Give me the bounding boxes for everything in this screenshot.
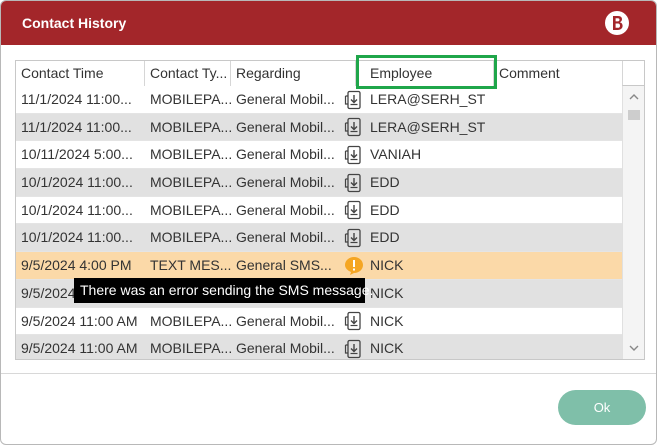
phone-download-icon [343, 311, 365, 332]
cell-contact-type: MOBILEPA... [150, 118, 231, 135]
cell-regarding: General Mobil... [236, 229, 335, 246]
table-row[interactable]: 10/11/2024 5:00... MOBILEPA... General Mob… [16, 141, 622, 170]
cell-regarding: General Mobil... [236, 118, 335, 135]
cell-contact-type: MOBILEPA... [150, 312, 231, 329]
scrollbar-thumb[interactable] [628, 110, 640, 120]
cell-contact-type: MOBILEPA... [150, 340, 231, 357]
table-row[interactable]: 11/1/2024 11:00... MOBILEPA... General Mob… [16, 113, 622, 142]
phone-download-icon [343, 89, 365, 110]
table-row[interactable]: 9/5/2024 4:00 PM TEXT MES... General SMS..… [16, 252, 622, 280]
cell-regarding: General Mobil... [236, 91, 335, 107]
cell-employee: EDD [370, 201, 400, 218]
cell-employee: EDD [370, 229, 400, 246]
warning-icon [343, 255, 365, 276]
cell-regarding: General Mobil... [236, 174, 335, 191]
phone-download-icon [343, 200, 365, 221]
cell-employee: NICK [370, 312, 404, 329]
phone-download-icon [343, 172, 365, 193]
cell-comment [494, 169, 622, 196]
cell-contact-time: 11/1/2024 11:00... [21, 91, 132, 107]
header-corner [622, 61, 644, 86]
cell-regarding: General SMS... [236, 257, 332, 274]
phone-download-icon [343, 144, 365, 165]
column-header-employee[interactable]: Employee [356, 61, 494, 86]
column-header-regarding[interactable]: Regarding [231, 61, 356, 86]
cell-comment [494, 86, 622, 113]
phone-download-icon [343, 338, 365, 359]
contact-history-grid[interactable]: Contact Time Contact Ty... Regarding Emp… [15, 60, 645, 360]
cell-comment [494, 280, 622, 307]
scroll-down-chevron-icon[interactable] [623, 339, 644, 357]
cell-contact-time: 10/1/2024 11:00... [21, 201, 133, 218]
phone-download-icon [343, 227, 365, 248]
brand-b-logo-icon [605, 11, 629, 35]
dialog-title: Contact History [22, 15, 127, 31]
cell-regarding: General Mobil... [236, 146, 335, 163]
cell-comment [494, 114, 622, 141]
contact-history-dialog: Contact History Contact Time Contact Ty.… [0, 0, 657, 445]
cell-contact-time: 10/1/2024 11:00... [21, 229, 133, 246]
table-row[interactable]: 11/1/2024 11:00... MOBILEPA... General Mob… [16, 86, 622, 114]
cell-comment [494, 197, 622, 224]
cell-contact-type: MOBILEPA... [150, 91, 231, 107]
cell-employee: LERA@SERH_ST [370, 118, 486, 135]
table-row[interactable]: 10/1/2024 11:00... MOBILEPA... General Mob… [16, 196, 622, 225]
cell-contact-time: 9/5/2024 11:00 AM [21, 340, 138, 357]
cell-regarding: General Mobil... [236, 340, 335, 357]
column-header-contact-type[interactable]: Contact Ty... [145, 61, 231, 86]
column-header-contact-time[interactable]: Contact Time [16, 61, 145, 86]
cell-contact-time: 10/1/2024 11:00... [21, 174, 133, 191]
footer-divider [1, 373, 656, 374]
grid-rows: 11/1/2024 11:00... MOBILEPA... General Mob… [16, 86, 622, 359]
grid-header: Contact Time Contact Ty... Regarding Emp… [16, 61, 622, 87]
column-header-comment[interactable]: Comment [494, 61, 622, 86]
cell-employee: LERA@SERH_ST [370, 91, 486, 107]
cell-contact-type: MOBILEPA... [150, 146, 231, 163]
cell-comment [494, 224, 622, 251]
cell-contact-time: 11/1/2024 11:00... [21, 118, 132, 135]
table-row[interactable]: 9/5/2024 11:00 AM MOBILEPA... General Mobi… [16, 307, 622, 336]
cell-contact-type: MOBILEPA... [150, 174, 231, 191]
table-row[interactable]: 10/1/2024 11:00... MOBILEPA... General Mob… [16, 169, 622, 197]
cell-employee: NICK [370, 284, 404, 301]
cell-regarding: General Mobil... [236, 201, 335, 218]
title-bar: Contact History [1, 1, 656, 45]
cell-comment [494, 335, 622, 359]
cell-contact-type: MOBILEPA... [150, 201, 231, 218]
cell-employee: VANIAH [370, 146, 422, 163]
table-row[interactable]: 10/1/2024 11:00... MOBILEPA... General Mob… [16, 224, 622, 253]
cell-contact-time: 9/5/2024 11:00 AM [21, 312, 138, 329]
phone-download-icon [343, 117, 365, 138]
scroll-up-chevron-icon[interactable] [623, 88, 644, 106]
cell-comment [494, 141, 622, 168]
table-row[interactable]: 9/5/2024 11:00 AM MOBILEPA... General Mobi… [16, 335, 622, 359]
cell-employee: EDD [370, 174, 400, 191]
cell-contact-type: MOBILEPA... [150, 229, 231, 246]
cell-regarding: General Mobil... [236, 312, 335, 329]
cell-employee: NICK [370, 340, 404, 357]
cell-employee: NICK [370, 257, 404, 274]
cell-contact-time: 9/5/2024 4:00 PM [21, 257, 132, 274]
cell-comment [494, 252, 622, 279]
sms-error-tooltip: There was an error sending the SMS messa… [74, 278, 373, 303]
cell-contact-type: TEXT MES... [150, 257, 231, 274]
ok-button[interactable]: Ok [558, 390, 646, 425]
cell-comment [494, 308, 622, 335]
cell-contact-time: 10/11/2024 5:00... [21, 146, 133, 163]
vertical-scrollbar[interactable] [622, 86, 644, 359]
